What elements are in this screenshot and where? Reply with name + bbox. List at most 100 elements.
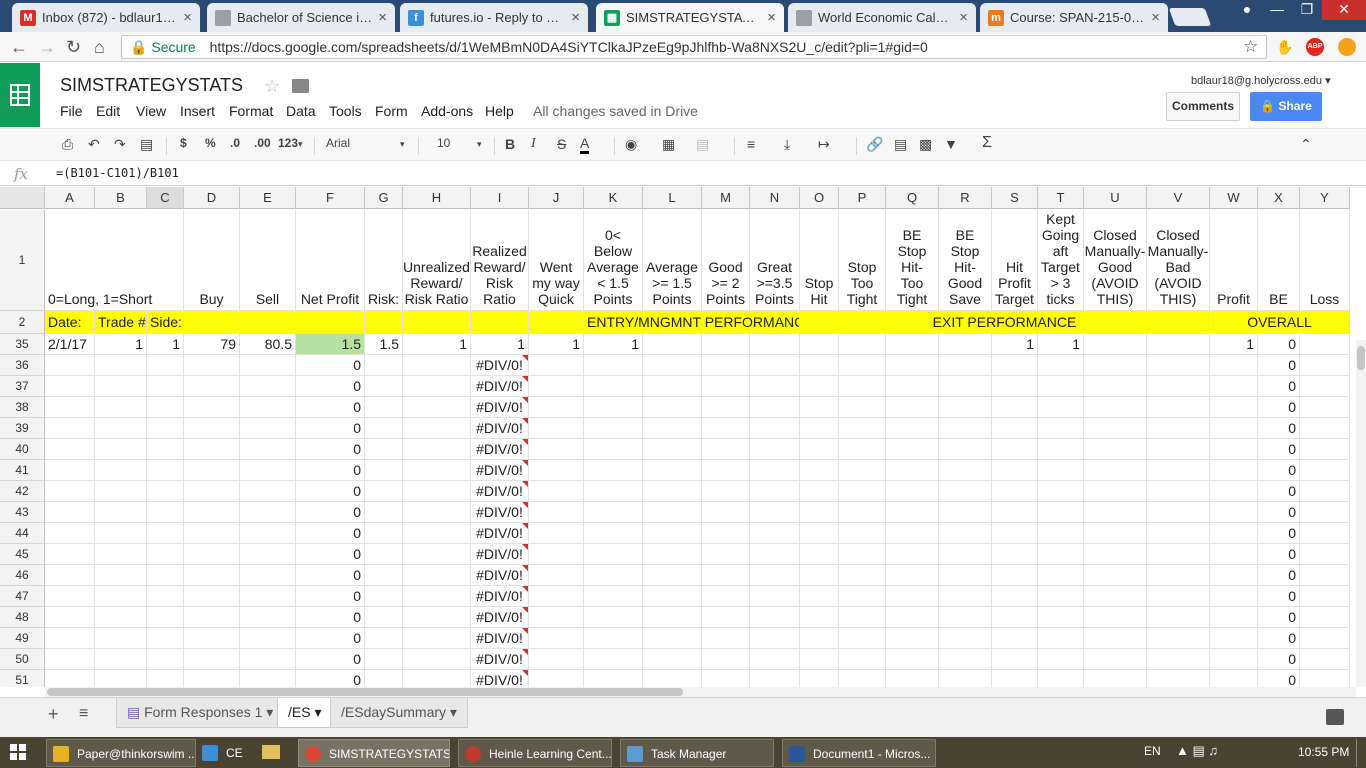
net-profit-cell[interactable]: 0: [296, 649, 365, 670]
cell[interactable]: [1210, 439, 1258, 460]
side-label-cell[interactable]: Side:: [147, 311, 184, 334]
cell[interactable]: [147, 565, 184, 586]
cell[interactable]: [992, 586, 1038, 607]
net-profit-cell[interactable]: 0: [296, 376, 365, 397]
column-header[interactable]: N: [750, 187, 800, 209]
cell[interactable]: [1038, 481, 1084, 502]
close-tab-icon[interactable]: ×: [571, 9, 580, 26]
cell[interactable]: [702, 586, 750, 607]
formula-bar[interactable]: [0, 162, 1366, 186]
cell[interactable]: [365, 607, 403, 628]
cell[interactable]: [1300, 670, 1350, 687]
cell[interactable]: [1147, 544, 1210, 565]
cell[interactable]: [800, 670, 839, 687]
cell[interactable]: [643, 397, 702, 418]
header-cell[interactable]: Realized Reward/ Risk Ratio: [471, 210, 529, 311]
net-profit-cell[interactable]: 0: [296, 586, 365, 607]
cell[interactable]: [365, 670, 403, 687]
column-header[interactable]: L: [643, 187, 702, 209]
error-cell[interactable]: #DIV/0!: [471, 523, 529, 544]
cell[interactable]: [886, 628, 939, 649]
cell[interactable]: [643, 355, 702, 376]
cell[interactable]: [95, 418, 147, 439]
cell[interactable]: [702, 418, 750, 439]
cell[interactable]: [1300, 628, 1350, 649]
more-formats-button[interactable]: 123: [278, 136, 298, 150]
column-header[interactable]: W: [1210, 187, 1258, 209]
strikethrough-button[interactable]: S: [557, 136, 566, 152]
cell[interactable]: [1300, 481, 1350, 502]
cell[interactable]: [95, 628, 147, 649]
cell[interactable]: [839, 565, 886, 586]
menu-view[interactable]: View: [136, 103, 166, 119]
cell[interactable]: [750, 607, 800, 628]
cell[interactable]: [643, 460, 702, 481]
cell[interactable]: [240, 460, 296, 481]
cell[interactable]: [839, 439, 886, 460]
cell[interactable]: [1038, 649, 1084, 670]
cell[interactable]: [800, 439, 839, 460]
currency-button[interactable]: $: [180, 136, 187, 150]
cell[interactable]: [240, 628, 296, 649]
error-cell[interactable]: #DIV/0!: [471, 397, 529, 418]
error-cell[interactable]: #DIV/0!: [471, 418, 529, 439]
cell[interactable]: [1300, 523, 1350, 544]
cell[interactable]: [1038, 628, 1084, 649]
header-cell[interactable]: Average >= 1.5 Points: [643, 210, 702, 311]
cell[interactable]: [529, 649, 584, 670]
cell[interactable]: [184, 565, 240, 586]
cell[interactable]: [702, 607, 750, 628]
header-cell[interactable]: Good >= 2 Points: [702, 210, 750, 311]
cell[interactable]: [939, 502, 992, 523]
header-cell[interactable]: Stop Too Tight: [839, 210, 886, 311]
cell[interactable]: [184, 397, 240, 418]
cell[interactable]: [750, 649, 800, 670]
browser-tab[interactable]: World Economic Calenda ×: [788, 3, 976, 32]
cell[interactable]: [584, 376, 643, 397]
cell[interactable]: [750, 418, 800, 439]
menu-insert[interactable]: Insert: [180, 103, 215, 119]
cell[interactable]: [45, 460, 95, 481]
header-cell[interactable]: BE: [1258, 210, 1300, 311]
cell[interactable]: [529, 376, 584, 397]
cell[interactable]: [1038, 418, 1084, 439]
be-cell[interactable]: 0: [1258, 502, 1300, 523]
cell[interactable]: [147, 502, 184, 523]
cell[interactable]: [1147, 397, 1210, 418]
cell[interactable]: [800, 460, 839, 481]
cell[interactable]: [750, 481, 800, 502]
cell[interactable]: [839, 670, 886, 687]
data-cell[interactable]: 1: [992, 334, 1038, 355]
cell[interactable]: [1147, 628, 1210, 649]
cell[interactable]: [839, 397, 886, 418]
share-button[interactable]: 🔒 Share: [1250, 92, 1322, 121]
cell[interactable]: [839, 460, 886, 481]
cell[interactable]: [403, 418, 471, 439]
cell[interactable]: [529, 607, 584, 628]
entry-performance-header[interactable]: ENTRY/MNGMNT PERFORMANCE: [584, 311, 800, 334]
cell[interactable]: [750, 586, 800, 607]
row-header[interactable]: 39: [0, 418, 45, 439]
cell[interactable]: [584, 439, 643, 460]
net-profit-cell[interactable]: 0: [296, 565, 365, 586]
be-cell[interactable]: 0: [1258, 397, 1300, 418]
menu-form[interactable]: Form: [375, 103, 408, 119]
header-cell[interactable]: Unrealized Reward/ Risk Ratio: [403, 210, 471, 311]
cell[interactable]: [403, 544, 471, 565]
cell[interactable]: [147, 355, 184, 376]
cell[interactable]: [1084, 502, 1147, 523]
new-tab-button[interactable]: [1168, 8, 1212, 26]
cell[interactable]: [1147, 607, 1210, 628]
taskbar-item-thinkorswim[interactable]: Paper@thinkorswim ...: [46, 739, 196, 767]
error-cell[interactable]: #DIV/0!: [471, 607, 529, 628]
cell[interactable]: [702, 397, 750, 418]
cell[interactable]: [584, 607, 643, 628]
be-cell[interactable]: 0: [1258, 670, 1300, 687]
cell[interactable]: [939, 418, 992, 439]
cell[interactable]: [95, 355, 147, 376]
cell[interactable]: [702, 628, 750, 649]
cell[interactable]: [184, 355, 240, 376]
cell[interactable]: [992, 502, 1038, 523]
all-sheets-icon[interactable]: ≡: [79, 705, 88, 723]
cell[interactable]: [1084, 628, 1147, 649]
